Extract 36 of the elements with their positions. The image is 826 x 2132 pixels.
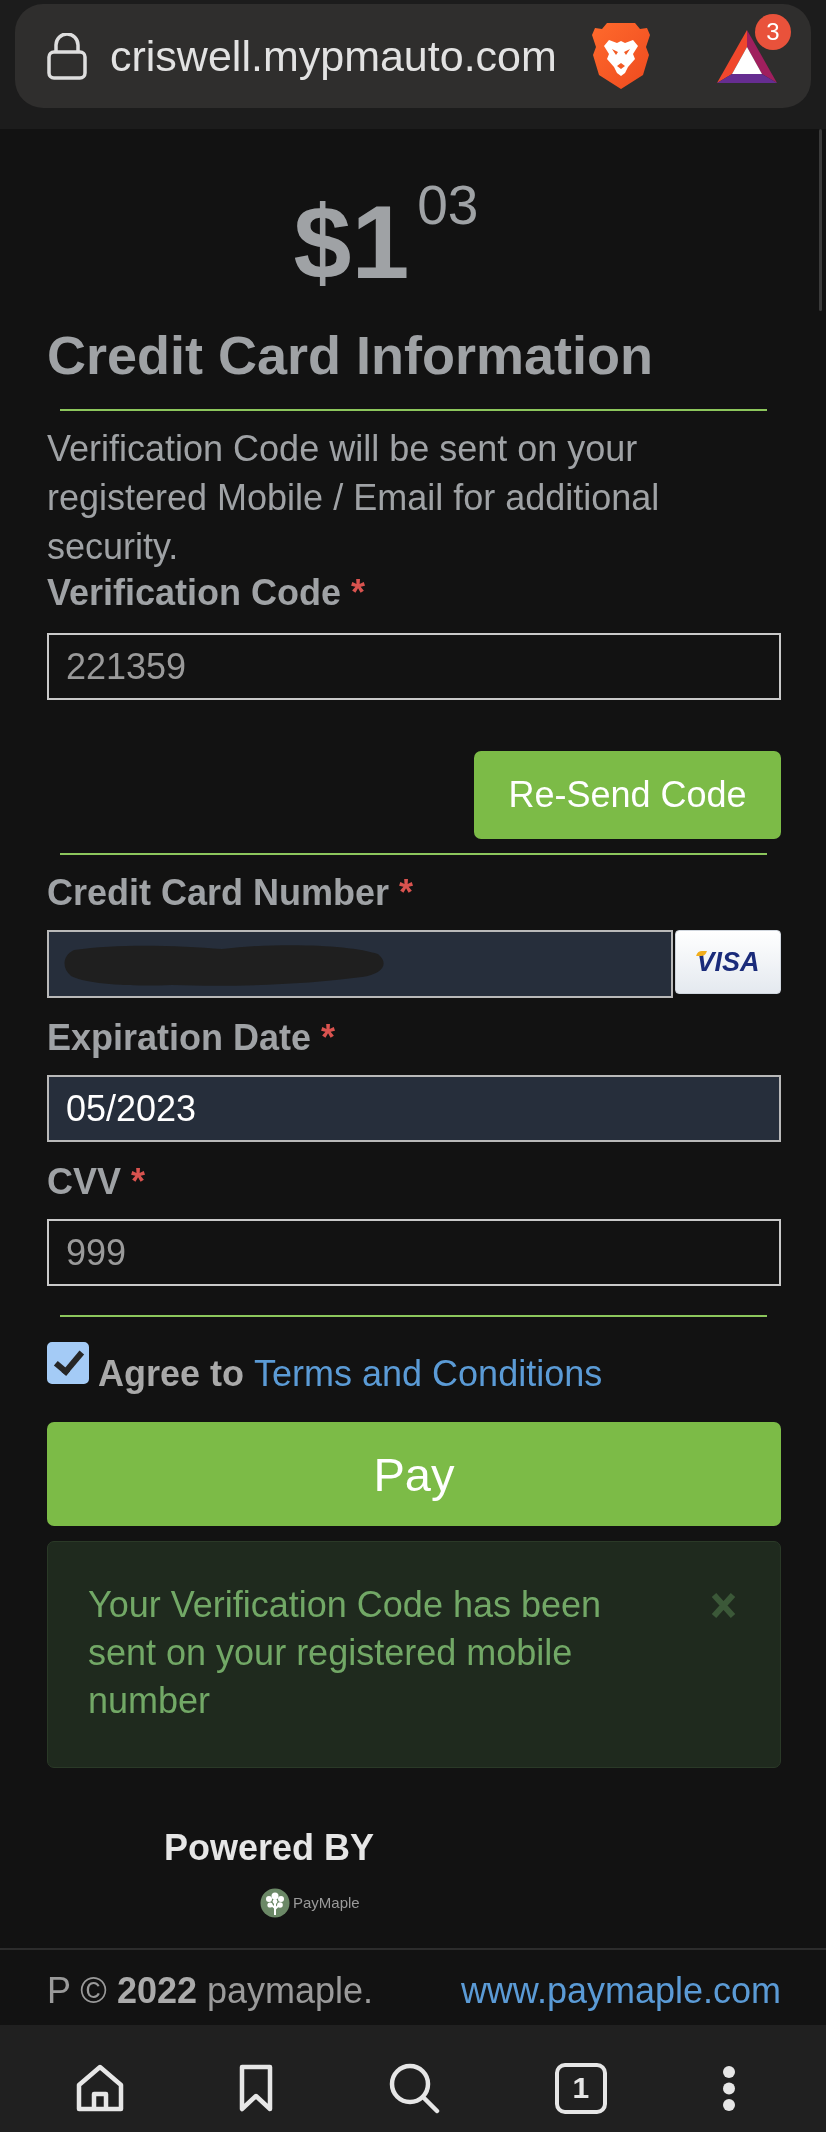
section-title: Credit Card Information [47, 324, 654, 387]
text-field[interactable]: 05/2023 [47, 1075, 781, 1142]
card-number-field[interactable] [47, 930, 673, 998]
search-icon[interactable] [388, 2062, 440, 2114]
checkbox[interactable] [47, 1342, 89, 1384]
text-field[interactable]: 221359 [47, 633, 781, 700]
notification-badge: 3 [755, 13, 791, 50]
required-mark: * [321, 1016, 336, 1059]
terms-link[interactable]: Terms and Conditions [254, 1352, 603, 1395]
card-brand-logo: VISA [675, 930, 781, 994]
field-label: Verification Code [47, 571, 342, 614]
required-mark: * [131, 1160, 146, 1203]
price-amount: $1 [293, 190, 410, 294]
lock-icon [47, 32, 87, 80]
tabs-button[interactable]: 1 [554, 2062, 607, 2114]
field-label: Expiration Date [47, 1016, 312, 1059]
tree-icon [260, 1888, 290, 1918]
agree-label: Agree to [98, 1352, 245, 1395]
bookmark-icon[interactable] [239, 2064, 274, 2112]
required-mark: * [351, 571, 366, 614]
powered-by-label: Powered BY [163, 1826, 375, 1869]
field-label: CVV [47, 1160, 122, 1203]
alert-message: Your Verification Code has been sent on your registered mobile number [88, 1583, 603, 1723]
lion-icon[interactable] [592, 22, 650, 90]
notice-text: Verification Code will be sent on your registered Mobile / Email for additional security. [47, 427, 661, 569]
menu-icon[interactable] [722, 2065, 736, 2111]
address-bar[interactable]: criswell.mypmauto.com 3 [15, 4, 811, 108]
required-mark: * [399, 871, 414, 914]
home-icon[interactable] [76, 2064, 124, 2112]
copyright-text: P © 2022 paymaple. [47, 1969, 374, 2012]
url-text[interactable]: criswell.mypmauto.com [110, 30, 557, 82]
logo-text: PayMaple [293, 1894, 360, 1912]
field-label: Credit Card Number [47, 871, 390, 914]
price-cents: 03 [417, 178, 479, 233]
website-link[interactable]: www.paymaple.com [460, 1969, 781, 2012]
text-field[interactable]: 999 [47, 1219, 781, 1286]
